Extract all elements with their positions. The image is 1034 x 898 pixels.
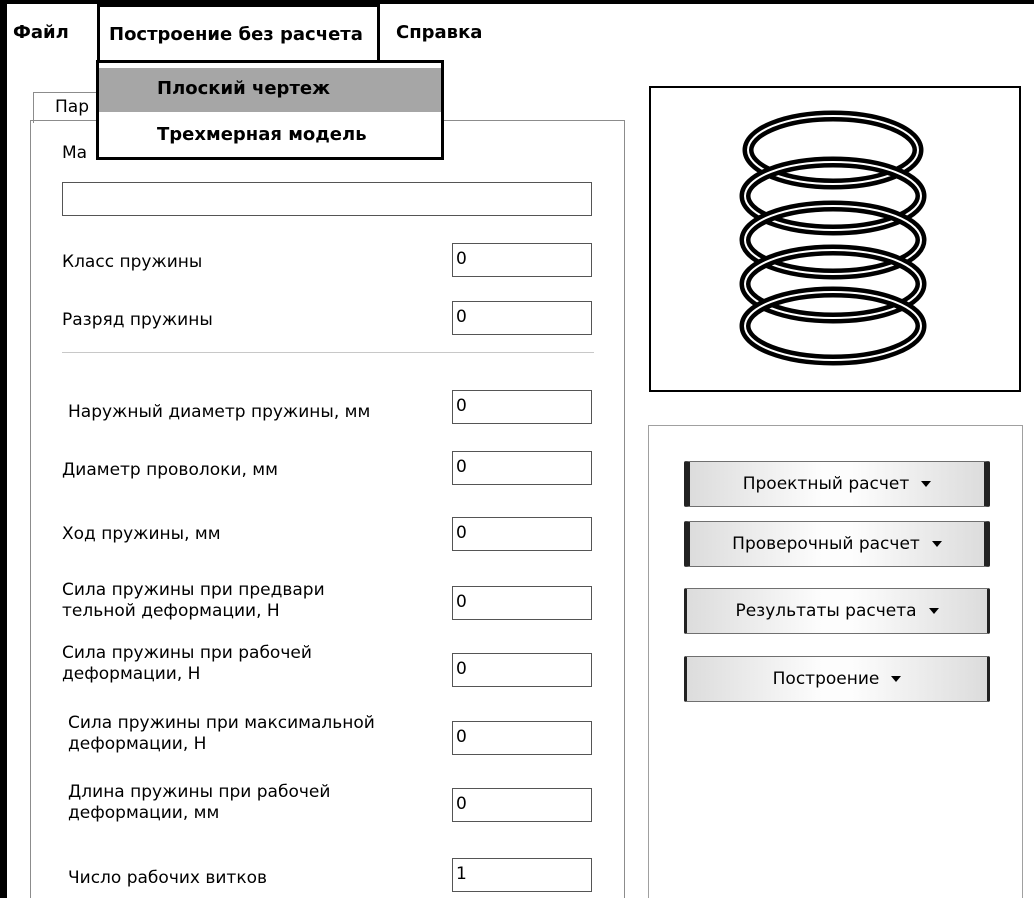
- menu-build-without-calc[interactable]: Построение без расчета: [97, 4, 380, 60]
- pre-force-label-line1: Сила пружины при предвари: [62, 580, 325, 600]
- spring-preview: [649, 86, 1021, 392]
- build-dropdown-menu: Плоский чертеж Трехмерная модель: [96, 60, 444, 160]
- build-button[interactable]: Построение: [684, 656, 990, 702]
- spring-class-field[interactable]: 0: [452, 243, 592, 277]
- menu-item-flat-drawing-label: Плоский чертеж: [157, 78, 330, 99]
- outer-diameter-field[interactable]: 0: [452, 390, 592, 424]
- separator: [62, 352, 594, 353]
- material-field[interactable]: [62, 182, 592, 216]
- stroke-field[interactable]: 0: [452, 517, 592, 551]
- work-force-label: Сила пружины при рабочей деформации, Н: [62, 643, 312, 685]
- menu-item-3d-model-label: Трехмерная модель: [157, 124, 367, 145]
- work-force-label-line1: Сила пружины при рабочей: [62, 643, 312, 663]
- coils-label: Число рабочих витков: [68, 868, 268, 888]
- chevron-down-icon: [891, 676, 902, 682]
- stroke-label: Ход пружины, мм: [62, 524, 221, 544]
- coils-field[interactable]: 1: [452, 858, 592, 892]
- work-length-field[interactable]: 0: [452, 788, 592, 822]
- chevron-down-icon: [928, 608, 939, 614]
- build-label: Построение: [772, 669, 880, 689]
- work-length-label-line1: Длина пружины при рабочей: [68, 782, 331, 802]
- design-calc-button[interactable]: Проектный расчет: [684, 461, 990, 507]
- tab-parameters[interactable]: Пар: [33, 92, 100, 123]
- tab-parameters-label: Пар: [55, 97, 89, 117]
- work-length-label: Длина пружины при рабочей деформации, мм: [68, 782, 330, 824]
- work-length-label-line2: деформации, мм: [68, 803, 220, 823]
- menu-build-without-calc-label: Построение без расчета: [109, 24, 363, 45]
- check-calc-label: Проверочный расчет: [732, 534, 920, 554]
- spring-icon: [739, 110, 927, 366]
- results-label: Результаты расчета: [735, 601, 917, 621]
- work-force-label-line2: деформации, Н: [62, 664, 201, 684]
- pre-force-label-line2: тельной деформации, Н: [62, 601, 280, 621]
- design-calc-label: Проектный расчет: [742, 474, 910, 494]
- menu-item-flat-drawing[interactable]: Плоский чертеж: [99, 68, 441, 112]
- results-button[interactable]: Результаты расчета: [684, 588, 990, 634]
- wire-diameter-label: Диаметр проволоки, мм: [62, 460, 278, 480]
- spring-grade-field[interactable]: 0: [452, 301, 592, 335]
- outer-diameter-label: Наружный диаметр пружины, мм: [68, 402, 371, 422]
- wire-diameter-field[interactable]: 0: [452, 451, 592, 485]
- check-calc-button[interactable]: Проверочный расчет: [684, 521, 990, 567]
- material-label: Ма: [62, 143, 88, 163]
- max-force-label-line1: Сила пружины при максимальной: [68, 713, 375, 733]
- max-force-label: Сила пружины при максимальной деформации…: [68, 713, 375, 755]
- menu-help[interactable]: Справка: [396, 22, 482, 43]
- max-force-field[interactable]: 0: [452, 721, 592, 755]
- chevron-down-icon: [931, 541, 942, 547]
- work-force-field[interactable]: 0: [452, 653, 592, 687]
- spring-grade-label: Разряд пружины: [62, 310, 213, 330]
- pre-force-field[interactable]: 0: [452, 586, 592, 620]
- pre-force-label: Сила пружины при предвари тельной деформ…: [62, 580, 325, 622]
- menu-item-3d-model[interactable]: Трехмерная модель: [99, 114, 441, 158]
- window-left-border: [0, 0, 7, 898]
- menu-file[interactable]: Файл: [13, 22, 69, 43]
- max-force-label-line2: деформации, Н: [68, 734, 207, 754]
- spring-class-label: Класс пружины: [62, 252, 203, 272]
- chevron-down-icon: [921, 481, 932, 487]
